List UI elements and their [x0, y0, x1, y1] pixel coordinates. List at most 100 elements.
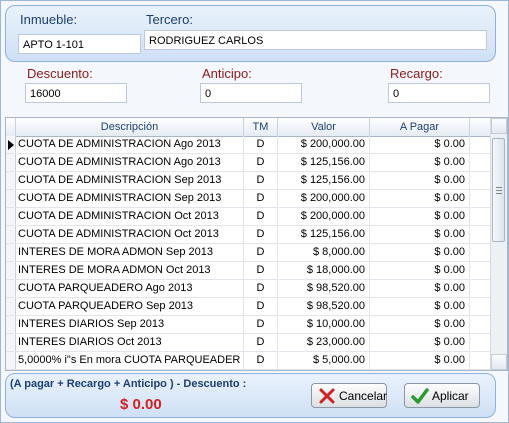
- table-row[interactable]: CUOTA DE ADMINISTRACION Sep 2013 D $ 200,0…: [6, 190, 491, 208]
- cell-a-pagar[interactable]: $ 0.00: [370, 352, 470, 369]
- row-selector[interactable]: [6, 136, 16, 153]
- cell-tm[interactable]: D: [244, 334, 278, 351]
- cell-a-pagar[interactable]: $ 0.00: [370, 190, 470, 207]
- cell-valor[interactable]: $ 98,520.00: [278, 298, 370, 315]
- table-row[interactable]: 5,0000% i"s En mora CUOTA PARQUEADER D $ 5…: [6, 352, 491, 370]
- cell-valor[interactable]: $ 125,156.00: [278, 172, 370, 189]
- cell-a-pagar[interactable]: $ 0.00: [370, 316, 470, 333]
- cell-valor[interactable]: $ 10,000.00: [278, 316, 370, 333]
- row-selector[interactable]: [6, 244, 16, 261]
- row-selector[interactable]: [6, 172, 16, 189]
- row-selector[interactable]: [6, 280, 16, 297]
- column-header-valor[interactable]: Valor: [278, 118, 370, 136]
- cell-tm[interactable]: D: [244, 316, 278, 333]
- cell-descripcion[interactable]: CUOTA PARQUEADERO Sep 2013: [16, 298, 244, 315]
- cell-valor[interactable]: $ 5,000.00: [278, 352, 370, 369]
- cell-a-pagar[interactable]: $ 0.00: [370, 298, 470, 315]
- scroll-thumb[interactable]: [492, 138, 505, 242]
- cell-tm[interactable]: D: [244, 244, 278, 261]
- formula-label: (A pagar + Recargo + Anticipo ) - Descue…: [10, 378, 247, 390]
- cell-tm[interactable]: D: [244, 154, 278, 171]
- cell-valor[interactable]: $ 8,000.00: [278, 244, 370, 261]
- cell-tm[interactable]: D: [244, 136, 278, 153]
- table-row[interactable]: INTERES DE MORA ADMON Oct 2013 D $ 18,000.…: [6, 262, 491, 280]
- cell-descripcion[interactable]: CUOTA DE ADMINISTRACION Ago 2013: [16, 136, 244, 153]
- table-row[interactable]: INTERES DIARIOS Sep 2013 D $ 10,000.00 $ 0.…: [6, 316, 491, 334]
- cell-descripcion[interactable]: CUOTA DE ADMINISTRACION Sep 2013: [16, 190, 244, 207]
- descuento-field[interactable]: 16000: [25, 83, 127, 103]
- apply-label: Aplicar: [432, 389, 469, 403]
- row-selector[interactable]: [6, 298, 16, 315]
- cell-valor[interactable]: $ 125,156.00: [278, 226, 370, 243]
- column-header-a-pagar[interactable]: A Pagar: [370, 118, 470, 136]
- cell-a-pagar[interactable]: $ 0.00: [370, 280, 470, 297]
- cell-valor[interactable]: $ 200,000.00: [278, 190, 370, 207]
- cell-descripcion[interactable]: INTERES DIARIOS Sep 2013: [16, 316, 244, 333]
- cell-descripcion[interactable]: CUOTA DE ADMINISTRACION Oct 2013: [16, 226, 244, 243]
- cell-descripcion[interactable]: CUOTA DE ADMINISTRACION Ago 2013: [16, 154, 244, 171]
- cell-tm[interactable]: D: [244, 352, 278, 369]
- cell-valor[interactable]: $ 125,156.00: [278, 154, 370, 171]
- cell-valor[interactable]: $ 200,000.00: [278, 208, 370, 225]
- scroll-down-button[interactable]: [491, 354, 507, 370]
- cell-tm[interactable]: D: [244, 226, 278, 243]
- cell-descripcion[interactable]: INTERES DE MORA ADMON Oct 2013: [16, 262, 244, 279]
- recargo-field[interactable]: 0: [388, 83, 490, 103]
- cell-tm[interactable]: D: [244, 262, 278, 279]
- payment-dialog: Inmueble: APTO 1-101 Tercero: RODRIGUEZ …: [0, 0, 509, 423]
- cell-a-pagar[interactable]: $ 0.00: [370, 154, 470, 171]
- anticipo-label: Anticipo:: [202, 66, 252, 81]
- cell-tm[interactable]: D: [244, 190, 278, 207]
- cell-a-pagar[interactable]: $ 0.00: [370, 244, 470, 261]
- close-icon: [318, 387, 336, 405]
- table-row[interactable]: CUOTA DE ADMINISTRACION Oct 2013 D $ 125,1…: [6, 226, 491, 244]
- cell-tm[interactable]: D: [244, 280, 278, 297]
- row-selector[interactable]: [6, 226, 16, 243]
- cell-valor[interactable]: $ 98,520.00: [278, 280, 370, 297]
- table-row[interactable]: CUOTA PARQUEADERO Ago 2013 D $ 98,520.00 $ …: [6, 280, 491, 298]
- cell-descripcion[interactable]: CUOTA DE ADMINISTRACION Oct 2013: [16, 208, 244, 225]
- column-header-descripcion[interactable]: Descripción: [16, 118, 244, 136]
- totals-panel: (A pagar + Recargo + Anticipo ) - Descue…: [5, 373, 496, 418]
- row-selector[interactable]: [6, 334, 16, 351]
- inmueble-field[interactable]: APTO 1-101: [18, 34, 141, 54]
- table-row[interactable]: INTERES DE MORA ADMON Sep 2013 D $ 8,000.0…: [6, 244, 491, 262]
- anticipo-field[interactable]: 0: [200, 83, 302, 103]
- cell-a-pagar[interactable]: $ 0.00: [370, 262, 470, 279]
- table-row[interactable]: CUOTA PARQUEADERO Sep 2013 D $ 98,520.00 $ …: [6, 298, 491, 316]
- charges-grid[interactable]: Descripción TM Valor A Pagar CUOTA DE AD…: [5, 117, 508, 371]
- table-row[interactable]: CUOTA DE ADMINISTRACION Sep 2013 D $ 125,1…: [6, 172, 491, 190]
- cell-descripcion[interactable]: CUOTA DE ADMINISTRACION Sep 2013: [16, 172, 244, 189]
- cell-descripcion[interactable]: INTERES DE MORA ADMON Sep 2013: [16, 244, 244, 261]
- table-row[interactable]: CUOTA DE ADMINISTRACION Oct 2013 D $ 200,0…: [6, 208, 491, 226]
- cell-tm[interactable]: D: [244, 172, 278, 189]
- cell-descripcion[interactable]: CUOTA PARQUEADERO Ago 2013: [16, 280, 244, 297]
- row-selector[interactable]: [6, 190, 16, 207]
- row-selector[interactable]: [6, 208, 16, 225]
- cell-descripcion[interactable]: INTERES DIARIOS Oct 2013: [16, 334, 244, 351]
- cancel-button[interactable]: Cancelar: [311, 383, 387, 408]
- row-selector[interactable]: [6, 316, 16, 333]
- cell-tm[interactable]: D: [244, 298, 278, 315]
- row-selector[interactable]: [6, 352, 16, 369]
- cell-a-pagar[interactable]: $ 0.00: [370, 172, 470, 189]
- table-row[interactable]: CUOTA DE ADMINISTRACION Ago 2013 D $ 125,1…: [6, 154, 491, 172]
- row-selector[interactable]: [6, 154, 16, 171]
- column-header-tm[interactable]: TM: [244, 118, 278, 136]
- vertical-scrollbar[interactable]: [490, 118, 507, 370]
- cell-a-pagar[interactable]: $ 0.00: [370, 136, 470, 153]
- cell-valor[interactable]: $ 23,000.00: [278, 334, 370, 351]
- cell-a-pagar[interactable]: $ 0.00: [370, 208, 470, 225]
- scroll-up-button[interactable]: [491, 118, 507, 134]
- cell-valor[interactable]: $ 18,000.00: [278, 262, 370, 279]
- table-row[interactable]: INTERES DIARIOS Oct 2013 D $ 23,000.00 $ 0.…: [6, 334, 491, 352]
- cell-valor[interactable]: $ 200,000.00: [278, 136, 370, 153]
- apply-button[interactable]: Aplicar: [404, 383, 480, 408]
- cell-tm[interactable]: D: [244, 208, 278, 225]
- row-selector[interactable]: [6, 262, 16, 279]
- table-row[interactable]: CUOTA DE ADMINISTRACION Ago 2013 D $ 200,0…: [6, 136, 491, 154]
- tercero-field[interactable]: RODRIGUEZ CARLOS: [144, 30, 487, 50]
- cell-a-pagar[interactable]: $ 0.00: [370, 334, 470, 351]
- cell-a-pagar[interactable]: $ 0.00: [370, 226, 470, 243]
- cell-descripcion[interactable]: 5,0000% i"s En mora CUOTA PARQUEADER: [16, 352, 244, 369]
